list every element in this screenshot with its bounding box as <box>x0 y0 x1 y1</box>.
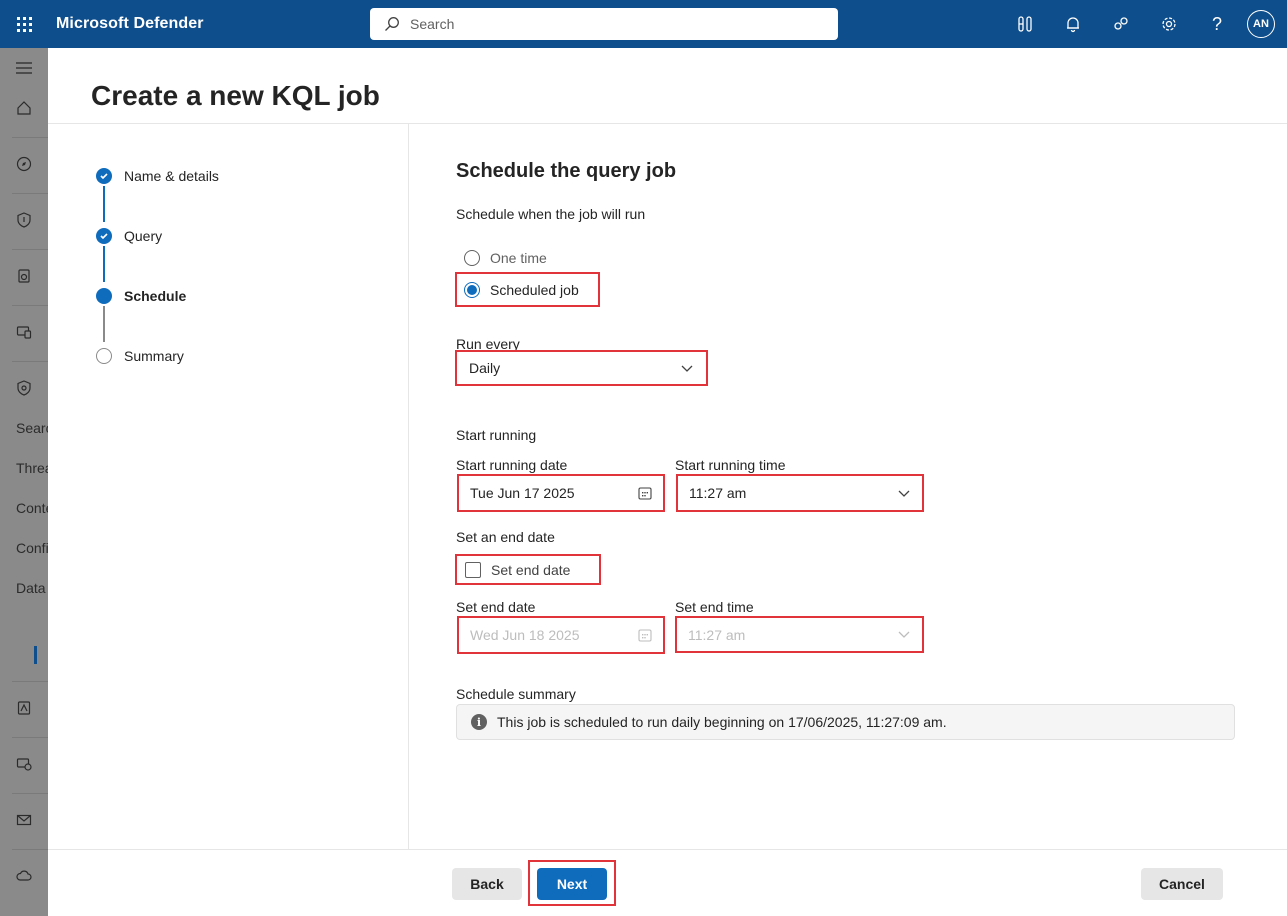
run-every-value: Daily <box>469 360 501 376</box>
tools-icon[interactable] <box>1001 0 1049 48</box>
checkmark-icon <box>96 168 112 184</box>
nav-item-data[interactable]: Data <box>16 580 46 596</box>
info-icon: i <box>471 714 487 730</box>
step-connector <box>103 246 105 282</box>
step-name-details[interactable]: Name & details <box>96 168 219 184</box>
nav-active-indicator <box>34 646 37 664</box>
schedule-prompt: Schedule when the job will run <box>456 206 646 222</box>
calendar-icon <box>638 629 652 642</box>
security-icon[interactable] <box>0 368 48 408</box>
chevron-down-icon <box>681 365 693 372</box>
search-placeholder: Search <box>410 16 455 32</box>
radio-scheduled-job[interactable]: Scheduled job <box>464 282 579 298</box>
community-icon[interactable] <box>1097 0 1145 48</box>
compass-icon[interactable] <box>0 144 48 184</box>
calendar-icon <box>638 487 652 500</box>
end-date-heading: Set an end date <box>456 529 555 545</box>
home-icon[interactable] <box>0 88 48 128</box>
search-icon <box>385 17 399 31</box>
report-icon[interactable] <box>0 688 48 728</box>
page-title: Create a new KQL job <box>91 80 380 111</box>
step-connector <box>103 306 105 342</box>
radio-circle-icon[interactable] <box>464 250 480 266</box>
end-time-value: 11:27 am <box>688 626 746 643</box>
gear-icon[interactable] <box>1145 0 1193 48</box>
wizard-panel: Create a new KQL job Name & details Quer… <box>48 48 1287 916</box>
step-label: Summary <box>124 348 184 364</box>
avatar[interactable]: AN <box>1247 10 1275 38</box>
bell-icon[interactable] <box>1049 0 1097 48</box>
mail-icon[interactable] <box>0 800 48 840</box>
start-date-picker[interactable]: Tue Jun 17 2025 <box>460 477 662 509</box>
pending-step-icon <box>96 348 112 364</box>
set-end-date-checkbox[interactable]: Set end date <box>465 562 570 578</box>
step-label: Schedule <box>124 288 187 304</box>
start-date-label: Start running date <box>456 457 568 473</box>
top-bar: Microsoft Defender Search ? AN <box>0 0 1287 48</box>
schedule-summary-text: This job is scheduled to run daily begin… <box>497 714 947 730</box>
step-connector <box>103 186 105 222</box>
start-time-dropdown[interactable]: 11:27 am <box>679 477 921 509</box>
checkbox-label: Set end date <box>491 562 571 578</box>
next-button[interactable]: Next <box>537 868 607 900</box>
devices-icon[interactable] <box>0 312 48 352</box>
checkbox-icon[interactable] <box>465 562 481 578</box>
step-label: Name & details <box>124 168 219 184</box>
help-icon[interactable]: ? <box>1193 0 1241 48</box>
back-button[interactable]: Back <box>452 868 522 900</box>
radio-label: One time <box>490 250 547 266</box>
nav-item-config[interactable]: Confi <box>16 540 48 556</box>
app-launcher-icon[interactable] <box>0 0 48 48</box>
assets-icon[interactable] <box>0 256 48 296</box>
nav-item-threat[interactable]: Threa <box>16 460 48 476</box>
end-date-value: Wed Jun 18 2025 <box>470 627 580 643</box>
end-time-dropdown: 11:27 am <box>678 619 921 650</box>
checkmark-icon <box>96 228 112 244</box>
nav-item-search[interactable]: Searc <box>16 420 48 436</box>
start-running-heading: Start running <box>456 427 537 443</box>
shield-icon[interactable] <box>0 200 48 240</box>
form-title: Schedule the query job <box>456 160 677 182</box>
cloud-icon[interactable] <box>0 856 48 896</box>
schedule-summary-label: Schedule summary <box>456 686 576 702</box>
search-input[interactable]: Search <box>370 8 838 40</box>
run-every-dropdown[interactable]: Daily <box>459 353 704 383</box>
radio-one-time[interactable]: One time <box>464 250 547 266</box>
start-time-value: 11:27 am <box>689 485 747 501</box>
left-nav: Searc Threa Conte Confi Data <box>0 48 48 916</box>
step-summary[interactable]: Summary <box>96 348 184 364</box>
current-step-icon <box>96 288 112 304</box>
chevron-down-icon <box>898 631 910 638</box>
hamburger-icon[interactable] <box>0 48 48 88</box>
start-date-value: Tue Jun 17 2025 <box>470 485 575 501</box>
start-time-label: Start running time <box>675 457 786 473</box>
radio-label: Scheduled job <box>490 282 579 298</box>
chevron-down-icon <box>898 490 910 497</box>
end-date-label: Set end date <box>456 599 536 615</box>
nav-item-content[interactable]: Conte <box>16 500 48 516</box>
schedule-summary-box: i This job is scheduled to run daily beg… <box>456 704 1235 740</box>
end-date-picker: Wed Jun 18 2025 <box>460 619 662 651</box>
step-schedule[interactable]: Schedule <box>96 288 186 304</box>
end-time-label: Set end time <box>675 599 754 615</box>
cancel-button[interactable]: Cancel <box>1141 868 1223 900</box>
radio-selected-icon[interactable] <box>464 282 480 298</box>
step-query[interactable]: Query <box>96 228 162 244</box>
endpoint-icon[interactable] <box>0 744 48 784</box>
step-label: Query <box>124 228 163 244</box>
app-title[interactable]: Microsoft Defender <box>56 15 204 33</box>
